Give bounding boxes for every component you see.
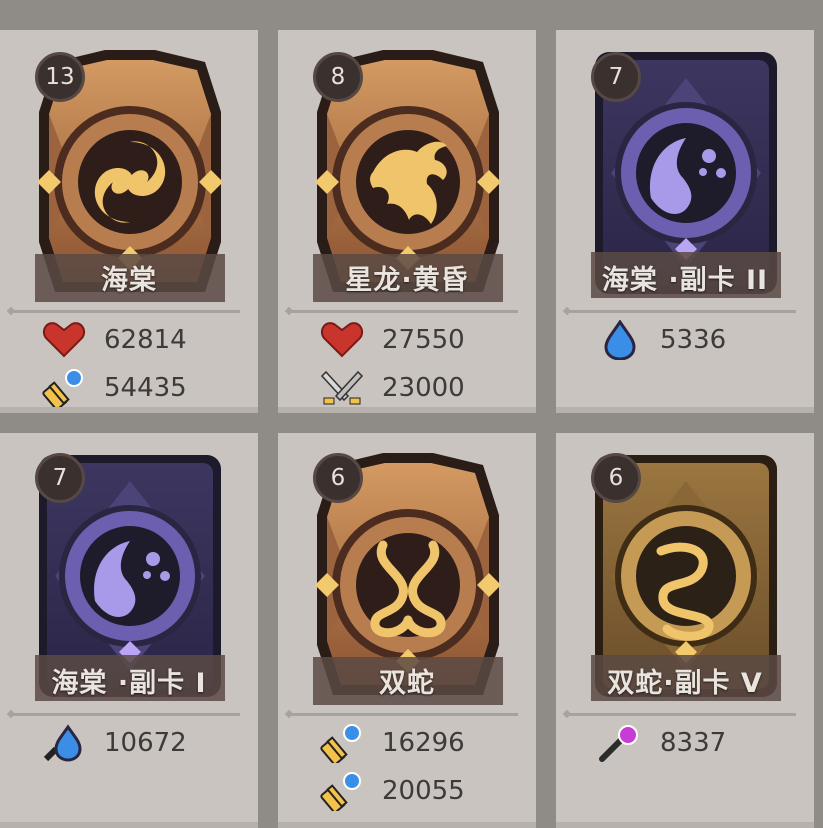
heart-icon	[320, 322, 364, 358]
stat-row: 16296	[320, 723, 465, 763]
divider	[14, 713, 240, 716]
card-name: 双蛇·副卡 V	[607, 668, 763, 699]
stat-row: 54435	[42, 368, 187, 408]
divider	[292, 713, 518, 716]
level-badge: 6	[313, 453, 363, 503]
water-drop-icon	[604, 320, 636, 360]
hammer-orb-icon	[42, 369, 83, 408]
card-name: 海棠 ·副卡 I	[51, 668, 207, 699]
stat-value: 8337	[660, 728, 727, 758]
level-badge: 13	[35, 52, 85, 102]
level-badge: 7	[591, 52, 641, 102]
divider	[292, 310, 518, 313]
stat-value: 10672	[104, 728, 187, 758]
stat-value: 23000	[382, 373, 465, 403]
stat-row: 27550	[320, 320, 465, 360]
card-name: 双蛇	[379, 668, 435, 699]
stat-row: 20055	[320, 771, 465, 811]
card-tile[interactable]: 7 海棠 ·副卡 II 5336	[556, 30, 814, 413]
card-name: 星龙·黄昏	[345, 265, 469, 296]
magic-staff-icon	[599, 725, 638, 762]
stat-value: 20055	[382, 776, 465, 806]
card-tile[interactable]: 13 海棠 62814 54435	[0, 30, 258, 413]
card-tile[interactable]: 6 双蛇·副卡 V 8337	[556, 433, 814, 828]
stat-row: 23000	[320, 368, 465, 408]
water-drop-icon	[43, 724, 82, 762]
stat-value: 62814	[104, 325, 187, 355]
stat-row: 5336	[598, 320, 726, 360]
stat-row: 62814	[42, 320, 187, 360]
card-tile[interactable]: 8 星龙·黄昏 27550 23000	[278, 30, 536, 413]
hammer-orb-icon	[320, 724, 361, 763]
stat-row: 8337	[598, 723, 726, 763]
card-tile[interactable]: 7 海棠 ·副卡 I 10672	[0, 433, 258, 828]
level-badge: 6	[591, 453, 641, 503]
card-name: 海棠	[101, 265, 157, 296]
stat-value: 54435	[104, 373, 187, 403]
level-badge: 8	[313, 52, 363, 102]
card-name: 海棠 ·副卡 II	[601, 265, 769, 296]
crossed-swords-icon	[320, 370, 364, 405]
divider	[570, 713, 796, 716]
stat-value: 16296	[382, 728, 465, 758]
stat-row: 10672	[42, 723, 187, 763]
card-tile[interactable]: 6 双蛇 16296 20055	[278, 433, 536, 828]
level-badge: 7	[35, 453, 85, 503]
divider	[570, 310, 796, 313]
stat-value: 5336	[660, 325, 727, 355]
divider	[14, 310, 240, 313]
stat-value: 27550	[382, 325, 465, 355]
hammer-orb-icon	[320, 772, 361, 811]
heart-icon	[42, 322, 86, 358]
